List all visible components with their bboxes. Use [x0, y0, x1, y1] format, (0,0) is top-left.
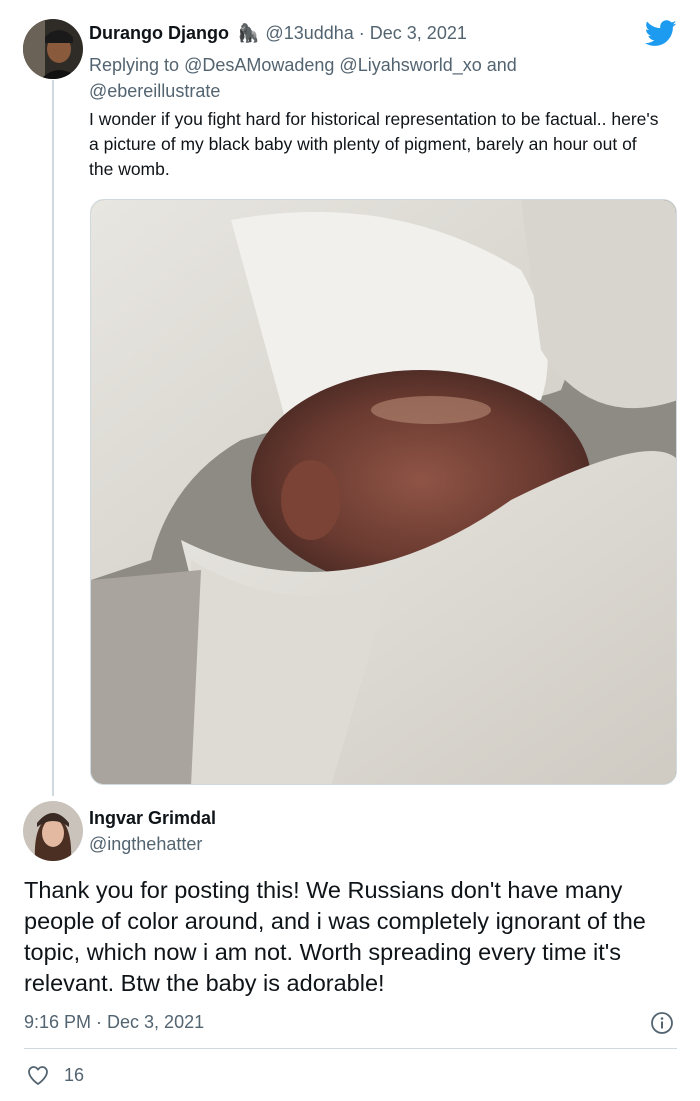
heart-icon[interactable] [26, 1063, 50, 1087]
twitter-bird-icon[interactable] [645, 20, 677, 47]
tweet1-reply-context: Replying to @DesAMowadeng @Liyahsworld_x… [89, 52, 649, 104]
tweet1-text: I wonder if you fight hard for historica… [89, 109, 659, 179]
tweet1-photo[interactable] [90, 199, 677, 785]
thread-connector-line [52, 80, 54, 796]
tweet2-timestamp[interactable]: 9:16 PM · Dec 3, 2021 [24, 1012, 204, 1033]
tweet2-avatar[interactable] [23, 801, 83, 861]
tweet1-header: Durango Django 🦍 @13uddha · Dec 3, 2021 [89, 23, 467, 44]
tweet1-display-name[interactable]: Durango Django [89, 23, 229, 44]
tweet2-display-name[interactable]: Ingvar Grimdal [89, 808, 216, 829]
tweet1-date[interactable]: Dec 3, 2021 [370, 23, 467, 44]
divider [24, 1048, 677, 1049]
reply-and: and [486, 55, 517, 75]
reply-mention-last[interactable]: @ebereillustrate [89, 81, 220, 101]
like-count: 16 [64, 1065, 85, 1085]
reply-mentions[interactable]: @DesAMowadeng @Liyahsworld_xo [184, 55, 482, 75]
tweet1-avatar[interactable] [23, 19, 83, 79]
gorilla-emoji-icon: 🦍 [237, 23, 260, 43]
tweet2-handle[interactable]: @ingthehatter [89, 834, 202, 855]
reply-prefix: Replying to [89, 55, 180, 75]
info-icon[interactable] [650, 1011, 674, 1035]
tweet2-text: Thank you for posting this! We Russians … [24, 877, 646, 996]
tweet1-handle[interactable]: @13uddha [265, 23, 353, 44]
tweet1-separator: · [358, 23, 365, 43]
